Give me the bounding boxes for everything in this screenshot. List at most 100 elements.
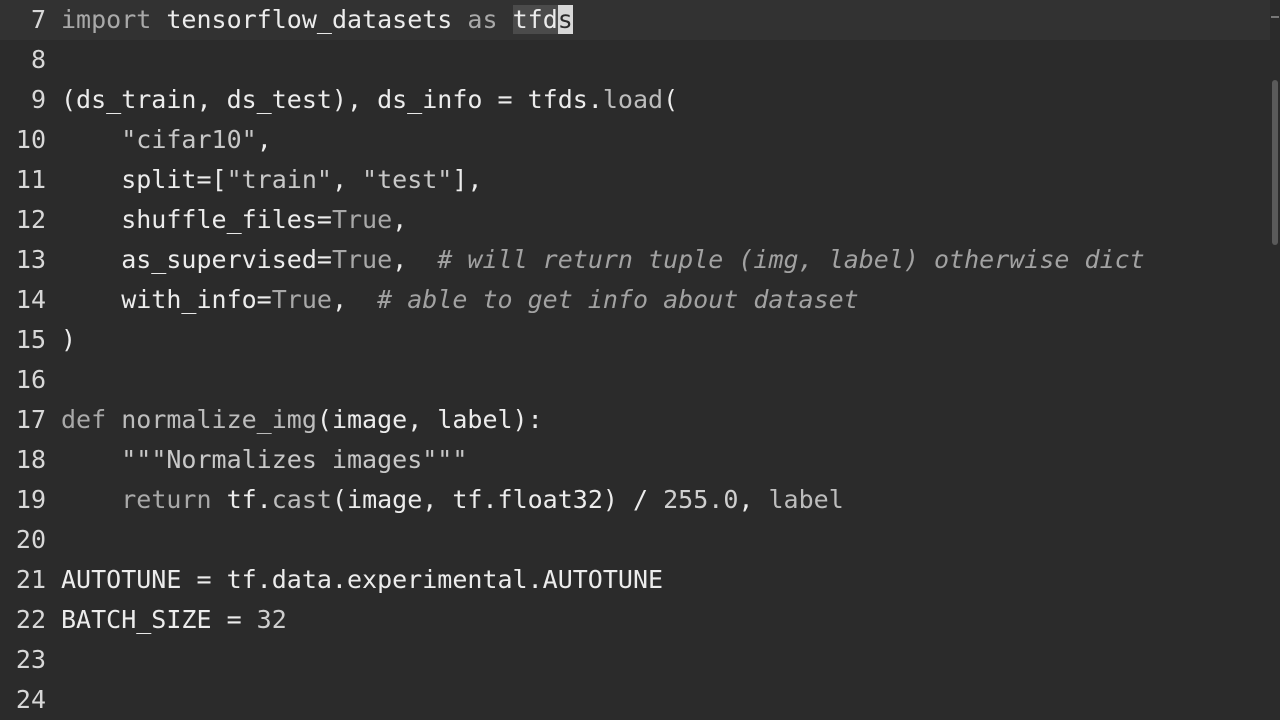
line-number: 24	[15, 685, 46, 714]
code-token: (	[663, 85, 679, 114]
code-line[interactable]: 8	[0, 40, 1280, 80]
vertical-scrollbar[interactable]	[1270, 0, 1280, 720]
code-token: import	[61, 5, 152, 34]
code-line[interactable]: 14 with_info=True, # able to get info ab…	[0, 280, 1280, 320]
code-line[interactable]: 11 split=["train", "test"],	[0, 160, 1280, 200]
line-code[interactable]: shuffle_files=True,	[61, 200, 407, 240]
code-line[interactable]: 10 "cifar10",	[0, 120, 1280, 160]
line-code[interactable]: as_supervised=True, # will return tuple …	[61, 240, 1145, 280]
code-token: "cifar10"	[121, 125, 257, 154]
code-token: AUTOTUNE = tf.data.experimental.AUTOTUNE	[61, 565, 664, 594]
code-token: True	[271, 285, 332, 314]
code-token: # will return tuple (img, label) otherwi…	[437, 245, 1145, 274]
line-number: 9	[30, 85, 46, 114]
line-number: 7	[30, 5, 46, 34]
code-token: (image, label):	[316, 405, 543, 434]
text-caret: s	[557, 5, 573, 34]
line-number: 14	[15, 285, 46, 314]
code-token: as_supervised=	[61, 245, 332, 274]
code-line[interactable]: 13 as_supervised=True, # will return tup…	[0, 240, 1280, 280]
code-line[interactable]: 16	[0, 360, 1280, 400]
scrollbar-marker	[1271, 16, 1279, 18]
code-line[interactable]: 23	[0, 640, 1280, 680]
code-line[interactable]: 7 import tensorflow_datasets as tfds	[0, 0, 1280, 40]
line-number: 11	[15, 165, 46, 194]
scrollbar-thumb[interactable]	[1272, 80, 1278, 245]
code-token: shuffle_files=	[61, 205, 332, 234]
code-token: tfd	[512, 5, 558, 34]
line-code[interactable]: AUTOTUNE = tf.data.experimental.AUTOTUNE	[61, 560, 663, 600]
line-number: 10	[15, 125, 46, 154]
code-token: ,	[256, 125, 272, 154]
line-code[interactable]: with_info=True, # able to get info about…	[61, 280, 859, 320]
code-line[interactable]: 21 AUTOTUNE = tf.data.experimental.AUTOTU…	[0, 560, 1280, 600]
code-line[interactable]: 20	[0, 520, 1280, 560]
code-token: load	[602, 85, 664, 114]
code-token: ,	[392, 205, 408, 234]
code-line[interactable]: 19 return tf.cast(image, tf.float32) / 2…	[0, 480, 1280, 520]
code-token: ,	[392, 245, 438, 274]
line-code[interactable]: )	[61, 320, 76, 360]
line-code[interactable]: (ds_train, ds_test), ds_info = tfds.load…	[61, 80, 678, 120]
code-token: normalize_img	[121, 405, 317, 434]
code-token: ,	[738, 485, 769, 514]
line-number: 17	[15, 405, 46, 434]
line-number: 20	[15, 525, 46, 554]
line-number: 12	[15, 205, 46, 234]
line-number: 18	[15, 445, 46, 474]
line-number: 16	[15, 365, 46, 394]
code-token: """Normalizes images"""	[121, 445, 468, 474]
line-code[interactable]: def normalize_img(image, label):	[61, 400, 543, 440]
line-number: 15	[15, 325, 46, 354]
code-token: return	[121, 485, 212, 514]
line-number: 8	[30, 45, 46, 74]
code-token: "train"	[226, 165, 332, 194]
code-token: True	[331, 245, 393, 274]
line-code[interactable]: "cifar10",	[61, 120, 272, 160]
code-token: (image, tf.float32) /	[331, 485, 664, 514]
code-token: ],	[452, 165, 483, 194]
code-line[interactable]: 17 def normalize_img(image, label):	[0, 400, 1280, 440]
code-token: label	[768, 485, 844, 514]
code-line[interactable]: 15)	[0, 320, 1280, 360]
code-token: def	[61, 405, 107, 434]
line-number: 21	[15, 565, 46, 594]
code-token: (ds_train, ds_test), ds_info = tfds.	[61, 85, 603, 114]
code-token: as	[467, 5, 498, 34]
code-token: ,	[331, 165, 363, 194]
line-number: 23	[15, 645, 46, 674]
code-token: tf.	[211, 485, 272, 514]
code-token: True	[331, 205, 393, 234]
code-line[interactable]: 18 """Normalizes images"""	[0, 440, 1280, 480]
line-code[interactable]: """Normalizes images"""	[61, 440, 467, 480]
code-line[interactable]: 22 BATCH_SIZE = 32	[0, 600, 1280, 640]
code-token: split=[	[61, 165, 227, 194]
code-token: cast	[271, 485, 332, 514]
code-token: with_info=	[61, 285, 272, 314]
line-code[interactable]: import tensorflow_datasets as tfds	[61, 0, 573, 40]
code-token: ,	[331, 285, 378, 314]
line-number: 13	[15, 245, 46, 274]
code-token: # able to get info about dataset	[377, 285, 859, 314]
code-line[interactable]: 9 (ds_train, ds_test), ds_info = tfds.loa…	[0, 80, 1280, 120]
code-line[interactable]: 12 shuffle_files=True,	[0, 200, 1280, 240]
code-line[interactable]: 24	[0, 680, 1280, 720]
code-token: )	[61, 325, 77, 354]
code-token: BATCH_SIZE =	[61, 605, 257, 634]
code-token: "test"	[362, 165, 453, 194]
line-number: 22	[15, 605, 46, 634]
code-token: 255.0	[663, 485, 739, 514]
code-editor[interactable]: 7 import tensorflow_datasets as tfds 8 9 (ds…	[0, 0, 1280, 720]
code-token: 32	[256, 605, 287, 634]
line-code[interactable]: split=["train", "test"],	[61, 160, 482, 200]
line-code[interactable]: BATCH_SIZE = 32	[61, 600, 287, 640]
line-code[interactable]: return tf.cast(image, tf.float32) / 255.…	[61, 480, 844, 520]
code-token: tensorflow_datasets	[166, 5, 453, 34]
